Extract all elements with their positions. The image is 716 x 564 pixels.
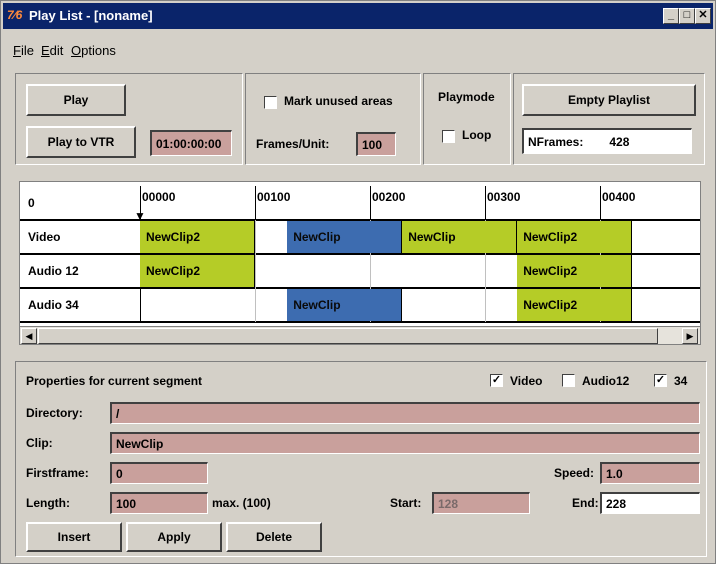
tick-label: 00100 — [257, 190, 291, 204]
menu-file[interactable]: File — [13, 43, 34, 58]
minimize-button[interactable]: _ — [663, 8, 679, 24]
playlist-panel: Empty Playlist NFrames: 428 — [513, 73, 705, 165]
audio34-checkbox[interactable]: ✓ — [654, 374, 667, 387]
menu-edit[interactable]: Edit — [41, 43, 63, 58]
end-field[interactable]: 228 — [600, 492, 700, 514]
window-title: Play List - [noname] — [29, 8, 153, 23]
timeline-clip[interactable]: NewClip2 — [517, 255, 633, 287]
nframes-display: NFrames: 428 — [522, 128, 692, 154]
speed-label: Speed: — [554, 466, 595, 480]
speed-field[interactable]: 1.0 — [600, 462, 700, 484]
empty-playlist-button[interactable]: Empty Playlist — [522, 84, 696, 116]
audio12-label: Audio12 — [582, 374, 630, 388]
play-panel: Play Play to VTR 01:00:00:00 — [15, 73, 243, 165]
timeline-clip[interactable]: NewClip2 — [140, 221, 255, 253]
timeline-clip[interactable]: NewClip2 — [140, 255, 255, 287]
scroll-right-button[interactable]: ▶ — [682, 328, 698, 344]
maximize-button[interactable]: □ — [679, 8, 695, 24]
timeline-panel: 0 00000 00100 00200 00300 00400 ▼ Video NewClip… — [19, 181, 701, 345]
mark-unused-label: Mark unused areas — [284, 94, 393, 108]
menu-bar: File Edit Options — [3, 31, 713, 65]
vtr-timecode-field[interactable]: 01:00:00:00 — [150, 130, 232, 156]
timeline-clip[interactable]: NewClip — [287, 289, 403, 321]
insert-button[interactable]: Insert — [26, 522, 122, 552]
timeline-clip[interactable]: NewClip2 — [517, 289, 633, 321]
app-logo-icon: 7⁄6 — [7, 8, 23, 22]
tick-label: 00200 — [372, 190, 406, 204]
mark-unused-checkbox[interactable] — [264, 96, 277, 109]
length-label: Length: — [26, 496, 70, 510]
start-field[interactable]: 128 — [432, 492, 530, 514]
scroll-left-button[interactable]: ◀ — [21, 328, 37, 344]
delete-button[interactable]: Delete — [226, 522, 322, 552]
directory-label: Directory: — [26, 406, 83, 420]
track-label-1: Audio 12 — [28, 264, 79, 278]
playmode-panel: Playmode Loop — [423, 73, 511, 165]
video-checkbox[interactable]: ✓ — [490, 374, 503, 387]
frames-unit-field[interactable]: 100 — [356, 132, 396, 156]
playlist-window: 7⁄6 Play List - [noname] _ □ ✕ File Edit… — [0, 0, 716, 564]
tick-mark — [600, 186, 601, 220]
tick-mark — [255, 186, 256, 220]
audio34-label: 34 — [674, 374, 688, 388]
scroll-thumb[interactable] — [38, 328, 658, 344]
loop-label: Loop — [462, 128, 492, 142]
timeline-origin-label: 0 — [28, 196, 35, 210]
nframes-value: 428 — [609, 134, 630, 149]
track-label-2: Audio 34 — [28, 298, 79, 312]
tick-label: 00300 — [487, 190, 521, 204]
tick-label: 00400 — [602, 190, 636, 204]
directory-field[interactable]: / — [110, 402, 700, 424]
track-divider — [20, 321, 700, 323]
nframes-label: NFrames: — [528, 134, 584, 149]
timeline-clip[interactable]: NewClip2 — [517, 221, 633, 253]
apply-button[interactable]: Apply — [126, 522, 222, 552]
properties-heading: Properties for current segment — [26, 374, 203, 388]
tick-mark — [370, 186, 371, 220]
title-bar[interactable]: 7⁄6 Play List - [noname] _ □ ✕ — [3, 3, 713, 29]
start-label: Start: — [390, 496, 422, 510]
clip-field[interactable]: NewClip — [110, 432, 700, 454]
timeline-scrollbar[interactable]: ◀ ▶ — [20, 326, 700, 344]
menu-options[interactable]: Options — [71, 43, 116, 58]
play-to-vtr-button[interactable]: Play to VTR — [26, 126, 136, 158]
close-button[interactable]: ✕ — [695, 8, 711, 24]
end-label: End: — [572, 496, 599, 510]
video-label: Video — [510, 374, 543, 388]
max-length-label: max. (100) — [212, 496, 271, 510]
frames-unit-label: Frames/Unit: — [256, 137, 330, 151]
tick-label: 00000 — [142, 190, 176, 204]
grid-line — [255, 220, 256, 322]
play-button[interactable]: Play — [26, 84, 126, 116]
audio12-checkbox[interactable] — [562, 374, 575, 387]
track-label-0: Video — [28, 230, 61, 244]
timeline-clip[interactable]: NewClip — [287, 221, 403, 253]
tick-mark — [485, 186, 486, 220]
mark-panel: Mark unused areas Frames/Unit: 100 — [245, 73, 421, 165]
firstframe-field[interactable]: 0 — [110, 462, 208, 484]
properties-panel: Properties for current segment ✓ Video A… — [15, 361, 707, 557]
timeline-clip[interactable]: NewClip — [402, 221, 518, 253]
firstframe-label: Firstframe: — [26, 466, 89, 480]
length-field[interactable]: 100 — [110, 492, 208, 514]
clip-label: Clip: — [26, 436, 53, 450]
loop-checkbox[interactable] — [442, 130, 455, 143]
playmode-label: Playmode — [438, 90, 495, 104]
